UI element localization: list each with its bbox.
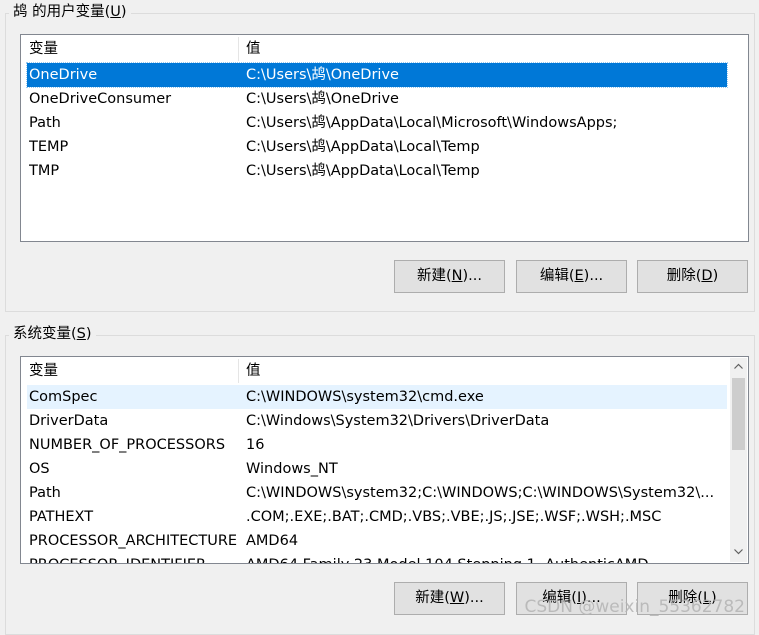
system-variable-row[interactable]: Path C:\WINDOWS\system32;C:\WINDOWS;C:\WI… <box>27 481 727 505</box>
variable-name: OS <box>29 461 50 477</box>
column-separator[interactable] <box>238 37 239 61</box>
user-variable-row[interactable]: OneDriveConsumer C:\Users\鸪\OneDrive <box>27 87 727 111</box>
user-variable-row[interactable]: TEMP C:\Users\鸪\AppData\Local\Temp <box>27 135 727 159</box>
variable-value: C:\Users\鸪\AppData\Local\Temp <box>246 139 480 155</box>
system-variable-row[interactable]: PATHEXT .COM;.EXE;.BAT;.CMD;.VBS;.VBE;.JS… <box>27 505 727 529</box>
variable-name: OneDrive <box>29 67 98 83</box>
system-variable-row[interactable]: DriverData C:\Windows\System32\Drivers\Dr… <box>27 409 727 433</box>
variable-name: Path <box>29 485 61 501</box>
system-variables-list[interactable]: 变量 值 ComSpec C:\WINDOWS\system32\cmd.exe D… <box>20 356 749 564</box>
variable-value: .COM;.EXE;.BAT;.CMD;.VBS;.VBE;.JS;.JSE;.… <box>246 509 662 525</box>
variable-name: ComSpec <box>29 389 98 405</box>
variable-name: PATHEXT <box>29 509 94 525</box>
variable-value: C:\Users\鸪\AppData\Local\Microsoft\Windo… <box>246 115 618 131</box>
variable-name: DriverData <box>29 413 109 429</box>
column-header-name[interactable]: 变量 <box>29 359 58 383</box>
variable-name: PROCESSOR_IDENTIFIER <box>29 553 243 563</box>
column-header-name[interactable]: 变量 <box>29 37 58 61</box>
variable-value: C:\WINDOWS\system32;C:\WINDOWS;C:\WINDOW… <box>246 485 715 501</box>
watermark: CSDN @weixin_55362782 <box>524 597 745 617</box>
system-variable-row[interactable]: ComSpec C:\WINDOWS\system32\cmd.exe <box>27 385 727 409</box>
user-variable-row[interactable]: OneDrive C:\Users\鸪\OneDrive <box>26 62 728 88</box>
column-header-value[interactable]: 值 <box>246 359 261 383</box>
chevron-up-icon[interactable] <box>730 358 747 375</box>
scrollbar-thumb[interactable] <box>732 378 745 450</box>
list-header: 变量 值 <box>27 37 727 61</box>
chevron-down-icon[interactable] <box>730 544 747 561</box>
variable-value: AMD64 Family 23 Model 104 Stepping 1, Au… <box>246 553 721 563</box>
system-variable-row[interactable]: NUMBER_OF_PROCESSORS 16 <box>27 433 727 457</box>
system-variable-row[interactable]: OS Windows_NT <box>27 457 727 481</box>
variable-name: TEMP <box>29 139 69 155</box>
user-delete-button[interactable]: 删除(D) <box>637 260 748 293</box>
variable-value: C:\Users\鸪\AppData\Local\Temp <box>246 163 480 179</box>
user-new-button[interactable]: 新建(N)... <box>394 260 505 293</box>
user-variables-title: 鸪 的用户变量(U) <box>9 2 131 22</box>
user-variable-row[interactable]: Path C:\Users\鸪\AppData\Local\Microsoft\W… <box>27 111 727 135</box>
variable-name: OneDriveConsumer <box>29 91 172 107</box>
system-variables-title: 系统变量(S) <box>9 324 96 344</box>
variable-value: AMD64 <box>246 533 299 549</box>
system-variable-row[interactable]: PROCESSOR_ARCHITECTURE AMD64 <box>27 529 727 553</box>
user-variable-row[interactable]: TMP C:\Users\鸪\AppData\Local\Temp <box>27 159 727 183</box>
variable-value: C:\Users\鸪\OneDrive <box>246 67 399 83</box>
variable-name: Path <box>29 115 61 131</box>
system-variable-row[interactable]: PROCESSOR_IDENTIFIERAMD64 Family 23 Mode… <box>27 553 727 563</box>
variable-value: Windows_NT <box>246 461 338 477</box>
column-separator[interactable] <box>238 359 239 383</box>
variable-name: NUMBER_OF_PROCESSORS <box>29 437 226 453</box>
variable-name: PROCESSOR_ARCHITECTURE <box>29 533 238 549</box>
variable-value: C:\Users\鸪\OneDrive <box>246 91 399 107</box>
system-new-button[interactable]: 新建(W)... <box>394 582 505 615</box>
list-header: 变量 值 <box>27 359 727 383</box>
vertical-scrollbar[interactable] <box>730 358 747 562</box>
user-variables-list[interactable]: 变量 值 OneDrive C:\Users\鸪\OneDrive OneDrive… <box>20 34 749 242</box>
column-header-value[interactable]: 值 <box>246 37 261 61</box>
variable-value: 16 <box>246 437 265 453</box>
variable-value: C:\Windows\System32\Drivers\DriverData <box>246 413 550 429</box>
variable-value: C:\WINDOWS\system32\cmd.exe <box>246 389 484 405</box>
user-edit-button[interactable]: 编辑(E)... <box>516 260 627 293</box>
variable-name: TMP <box>29 163 60 179</box>
